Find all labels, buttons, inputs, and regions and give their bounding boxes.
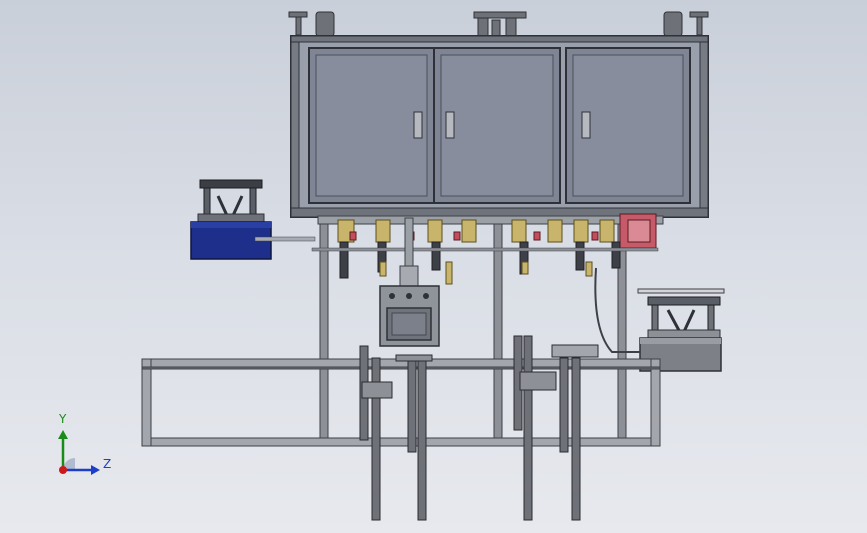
cad-viewport[interactable]: [0, 0, 867, 533]
control-cabinet[interactable]: [290, 35, 709, 218]
door-handle-icon: [445, 111, 455, 139]
y-axis-label: Y: [59, 412, 67, 426]
right-gray-hopper[interactable]: [594, 267, 725, 372]
z-axis-label: Z: [103, 457, 112, 471]
door-handle-icon: [413, 111, 423, 139]
door-handle-icon: [581, 111, 591, 139]
base-frame: [141, 358, 661, 447]
coordinate-triad: Y Z: [52, 412, 112, 482]
nozzle-assembly-row[interactable]: [311, 213, 664, 285]
top-brackets: [288, 11, 709, 37]
